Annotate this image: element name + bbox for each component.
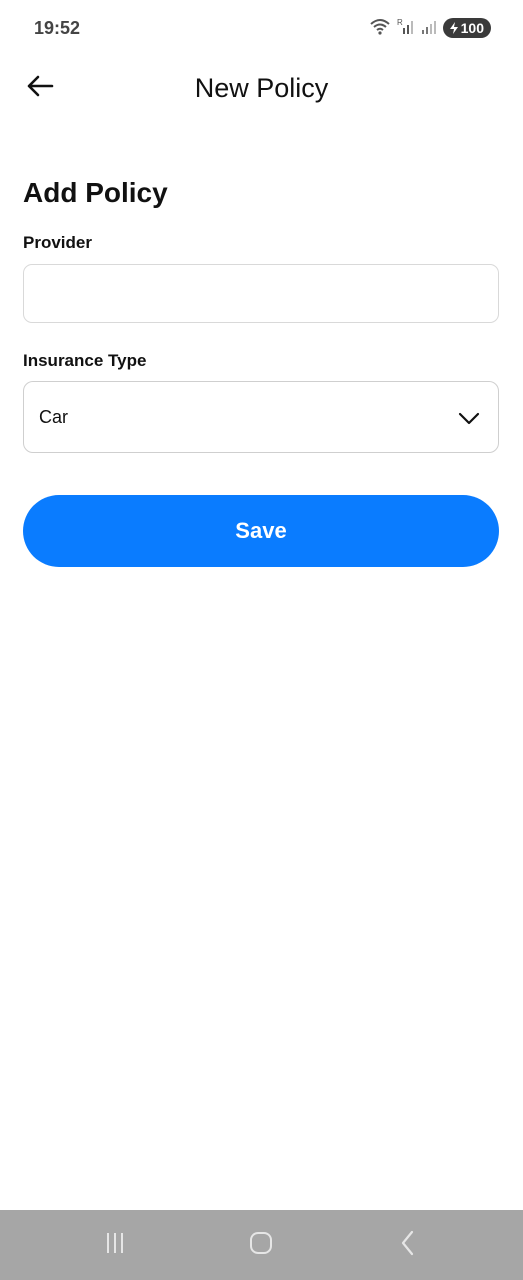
insurance-type-select[interactable]: Car (23, 381, 499, 453)
app-bar: New Policy (0, 56, 523, 120)
section-title: Add Policy (23, 177, 168, 208)
navigation-bar (0, 1210, 523, 1280)
save-button[interactable]: Save (23, 495, 499, 567)
svg-text:R: R (397, 18, 403, 27)
home-icon (248, 1230, 274, 1261)
chevron-down-icon (458, 407, 480, 429)
provider-label: Provider (23, 233, 92, 252)
recents-button[interactable] (100, 1230, 130, 1260)
status-time: 19:52 (34, 18, 81, 38)
insurance-type-label: Insurance Type (23, 351, 147, 370)
status-bar: 19:52 R 100 (0, 0, 523, 56)
insurance-type-value: Car (39, 407, 69, 427)
wifi-icon (369, 17, 391, 40)
page-title: New Policy (194, 73, 329, 103)
status-icons: R 100 (369, 17, 491, 39)
signal-icon (421, 17, 437, 40)
back-icon (397, 1230, 419, 1261)
battery-level: 100 (460, 20, 484, 36)
battery-icon: 100 (442, 18, 491, 38)
home-button[interactable] (246, 1230, 276, 1260)
provider-input[interactable] (23, 264, 499, 323)
nav-back-button[interactable] (393, 1230, 423, 1260)
recents-icon (102, 1231, 128, 1260)
signal-icon: R (397, 17, 415, 40)
